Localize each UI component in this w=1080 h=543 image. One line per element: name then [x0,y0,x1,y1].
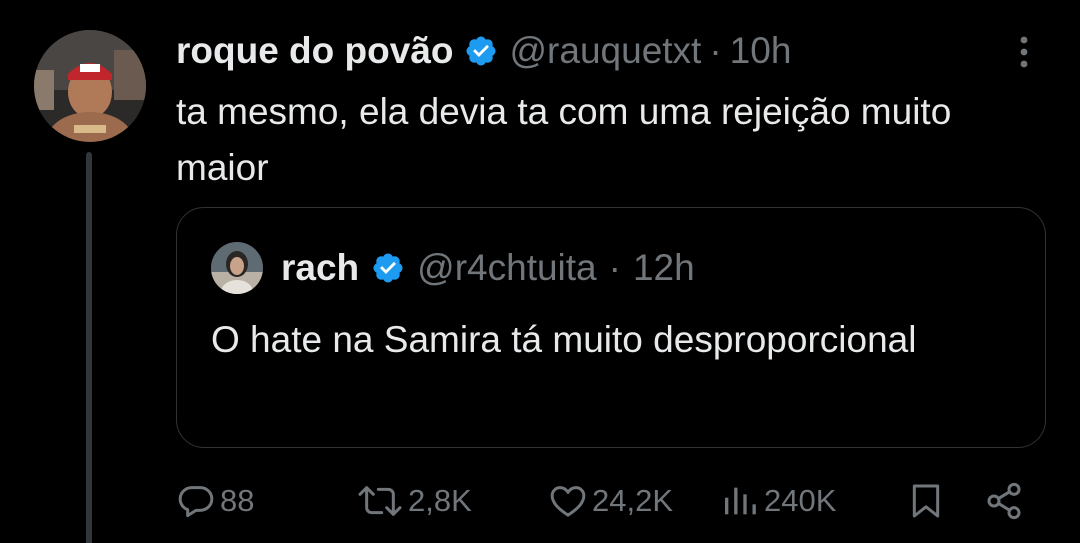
quoted-author-name[interactable]: rach [281,247,359,289]
like-count: 24,2K [592,483,674,518]
quoted-tweet-card[interactable]: rach @r4chtuita · 12h O hate na Samira t… [176,207,1046,448]
tweet-timestamp[interactable]: 10h [730,30,792,72]
like-icon [550,486,586,517]
reply-button[interactable]: 88 [176,478,254,524]
views-button[interactable]: 240K [720,478,836,524]
separator-dot: · [709,30,722,71]
share-button[interactable] [984,478,1024,524]
tweet-text: ta mesmo, ela devia ta com uma rejeição … [176,91,952,188]
views-count: 240K [764,483,837,518]
tweet-header: roque do povão @rauquetxt · 10h [176,26,791,76]
verified-badge-icon [371,251,405,285]
quoted-tweet-timestamp[interactable]: 12h [633,247,695,289]
separator-dot: · [608,247,621,288]
reply-icon [178,486,214,518]
bookmark-button[interactable] [906,478,946,524]
bookmark-icon [912,484,940,518]
views-icon [725,487,756,515]
quoted-author-handle[interactable]: @r4chtuita [417,247,596,289]
author-handle[interactable]: @rauquetxt [510,30,702,72]
author-avatar[interactable] [34,30,146,142]
repost-count: 2,8K [408,483,472,518]
like-button[interactable]: 24,2K [548,478,673,524]
author-name[interactable]: roque do povão [176,30,454,72]
repost-icon [358,486,402,516]
reply-count: 88 [220,483,255,518]
quoted-tweet-header: rach @r4chtuita · 12h [211,242,695,294]
tweet-page: roque do povão @rauquetxt · 10h ta mesmo… [0,0,1080,543]
more-options-icon[interactable] [1008,34,1040,70]
share-icon [987,482,1021,520]
action-bar: 88 2,8K 24,2K 240K [0,478,1080,524]
quoted-author-avatar [211,242,263,294]
quoted-tweet-text: O hate na Samira tá muito desproporciona… [211,319,917,360]
repost-button[interactable]: 2,8K [356,478,472,524]
verified-badge-icon [464,34,498,68]
